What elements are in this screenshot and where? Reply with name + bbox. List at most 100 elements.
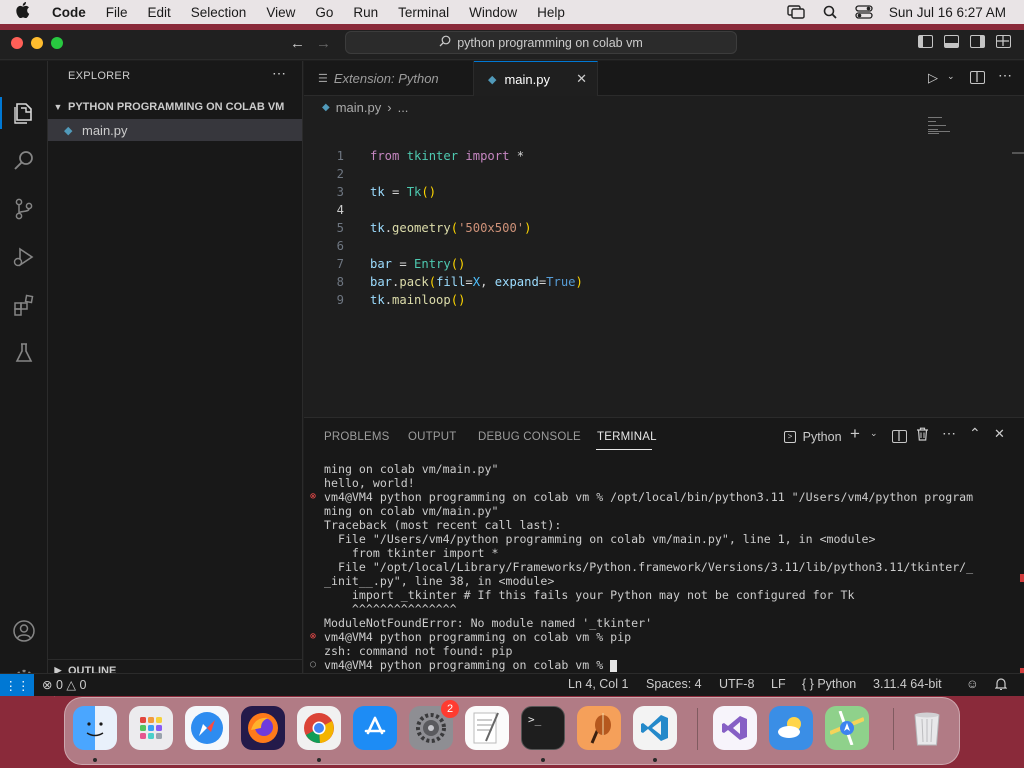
firefox-icon[interactable]	[241, 706, 285, 750]
run-python-file-icon[interactable]: ▷	[928, 70, 938, 86]
extensions-icon[interactable]	[10, 291, 38, 319]
search-icon	[439, 35, 451, 50]
go-back-icon[interactable]: ←	[290, 35, 305, 52]
close-tab-icon[interactable]: ✕	[576, 71, 587, 87]
accounts-icon[interactable]	[10, 617, 38, 645]
remote-indicator-icon[interactable]: ⋮⋮	[0, 674, 34, 696]
toggle-primary-sidebar-icon[interactable]	[918, 35, 933, 48]
code-line[interactable]: bar = Entry()	[370, 255, 465, 273]
split-terminal-icon[interactable]	[892, 430, 907, 443]
tab-terminal[interactable]: TERMINAL	[597, 431, 657, 443]
code-line[interactable]: tk.geometry('500x500')	[370, 219, 531, 237]
source-control-icon[interactable]	[10, 195, 38, 223]
more-actions-icon[interactable]: ⋯	[998, 67, 1012, 84]
zoom-window-button[interactable]	[51, 37, 63, 49]
customize-layout-icon[interactable]	[996, 35, 1011, 48]
explorer-icon[interactable]	[10, 99, 38, 127]
menu-window[interactable]: Window	[469, 5, 517, 20]
kill-terminal-trash-icon[interactable]	[916, 427, 929, 444]
chevron-down-icon[interactable]: ⌄	[947, 71, 955, 82]
go-forward-icon[interactable]: →	[316, 35, 331, 52]
language-mode[interactable]: { } Python	[802, 677, 856, 691]
visual-studio-icon[interactable]	[713, 706, 757, 750]
workspace-folder-header[interactable]: ▼ PYTHON PROGRAMMING ON COLAB VM	[48, 97, 302, 117]
control-center-icon[interactable]	[855, 5, 873, 19]
encoding-status[interactable]: UTF-8	[719, 677, 754, 691]
problems-status[interactable]: ⊗ 0 △ 0	[42, 677, 86, 692]
apple-menu-icon[interactable]	[16, 2, 38, 22]
close-window-button[interactable]	[11, 37, 23, 49]
tab-output[interactable]: OUTPUT	[408, 431, 456, 443]
menubar-clock[interactable]: Sun Jul 16 6:27 AM	[889, 5, 1006, 20]
spotlight-search-icon[interactable]	[821, 5, 839, 19]
maps-icon[interactable]	[825, 706, 869, 750]
launchpad-icon[interactable]	[129, 706, 173, 750]
command-center-search[interactable]: python programming on colab vm	[345, 31, 737, 54]
menu-go[interactable]: Go	[315, 5, 333, 20]
minimize-window-button[interactable]	[31, 37, 43, 49]
menu-help[interactable]: Help	[537, 5, 565, 20]
editor-scrollbar[interactable]	[1012, 152, 1024, 154]
terminal-profile-selector[interactable]: > Python	[784, 428, 842, 444]
search-view-icon[interactable]	[10, 147, 38, 175]
code-line[interactable]: tk = Tk()	[370, 183, 436, 201]
eol-status[interactable]: LF	[771, 677, 786, 691]
vscode-icon[interactable]	[633, 706, 677, 750]
tab-extension-python[interactable]: ☰ Extension: Python	[304, 61, 474, 96]
code-token: =	[384, 185, 407, 199]
line-number: 8	[336, 275, 344, 289]
command-failed-icon[interactable]: ⊗	[310, 490, 316, 504]
screen-mirroring-icon[interactable]	[787, 5, 805, 19]
indentation-status[interactable]: Spaces: 4	[646, 677, 702, 691]
menu-edit[interactable]: Edit	[148, 5, 171, 20]
weather-icon[interactable]	[769, 706, 813, 750]
chrome-icon[interactable]	[297, 706, 341, 750]
tab-main-py[interactable]: ◆ main.py ✕	[474, 61, 598, 96]
minimap[interactable]	[928, 116, 964, 136]
terminal-icon[interactable]: >_	[521, 706, 565, 750]
menu-selection[interactable]: Selection	[191, 5, 247, 20]
command-pending-icon[interactable]: ○	[310, 658, 316, 672]
run-and-debug-icon[interactable]	[10, 243, 38, 271]
code-line[interactable]: bar.pack(fill=X, expand=True)	[370, 273, 583, 291]
tab-debug-console[interactable]: DEBUG CONSOLE	[478, 431, 581, 443]
menu-view[interactable]: View	[266, 5, 295, 20]
maximize-panel-icon[interactable]: ⌃	[969, 425, 981, 442]
feedback-icon[interactable]: ☺	[966, 677, 979, 691]
menu-file[interactable]: File	[106, 5, 128, 20]
trash-icon[interactable]	[905, 706, 949, 750]
toggle-panel-icon[interactable]	[944, 35, 959, 48]
more-actions-icon[interactable]: ⋯	[942, 425, 956, 442]
app-store-icon[interactable]	[353, 706, 397, 750]
breadcrumb-file[interactable]: main.py	[336, 100, 382, 115]
code-editor[interactable]: 1 from tkinter import * 2 3 tk = Tk() 4 5 tk.ge…	[304, 116, 1024, 416]
chevron-down-icon[interactable]: ⌄	[870, 428, 878, 439]
terminal-line: File "/opt/local/Library/Frameworks/Pyth…	[324, 560, 974, 574]
garageband-icon[interactable]	[577, 706, 621, 750]
menu-run[interactable]: Run	[353, 5, 378, 20]
textedit-icon[interactable]	[465, 706, 509, 750]
notifications-bell-icon[interactable]	[994, 677, 1008, 693]
testing-icon[interactable]	[10, 339, 38, 367]
python-interpreter[interactable]: 3.11.4 64-bit	[873, 677, 942, 691]
menu-terminal[interactable]: Terminal	[398, 5, 449, 20]
menu-app-name[interactable]: Code	[52, 5, 86, 20]
terminal-output[interactable]: ming on colab vm/main.py" hello, world! ⊗ v…	[304, 460, 1024, 672]
tab-problems[interactable]: PROBLEMS	[324, 431, 390, 443]
toggle-secondary-sidebar-icon[interactable]	[970, 35, 985, 48]
new-terminal-icon[interactable]: +	[850, 424, 860, 444]
command-failed-icon[interactable]: ⊗	[310, 630, 316, 644]
breadcrumb-symbol[interactable]: ...	[398, 100, 409, 115]
close-panel-icon[interactable]: ✕	[994, 426, 1005, 442]
more-actions-icon[interactable]: ⋯	[272, 65, 286, 82]
macos-dock: 2 >_	[64, 697, 960, 765]
code-token: True	[546, 275, 576, 289]
code-line[interactable]: tk.mainloop()	[370, 291, 465, 309]
file-item-main-py[interactable]: ◆ main.py	[48, 119, 302, 141]
cursor-position[interactable]: Ln 4, Col 1	[568, 677, 628, 691]
code-token: Tk	[406, 185, 422, 199]
code-line[interactable]: from tkinter import *	[370, 147, 524, 165]
finder-icon[interactable]	[73, 706, 117, 750]
safari-icon[interactable]	[185, 706, 229, 750]
split-editor-icon[interactable]	[970, 71, 985, 84]
